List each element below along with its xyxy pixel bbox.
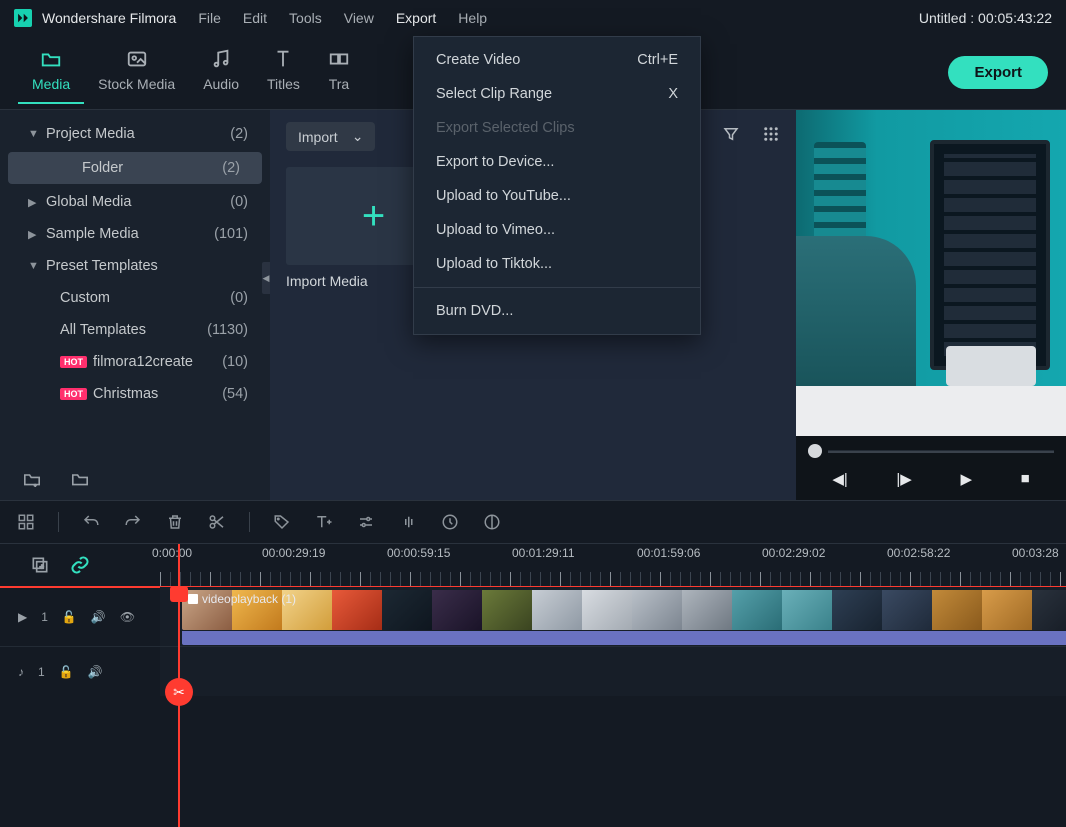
new-folder-icon[interactable] xyxy=(22,471,42,492)
tab-media[interactable]: Media xyxy=(18,42,84,104)
stop-icon[interactable]: ■ xyxy=(1021,470,1030,488)
redo-icon[interactable] xyxy=(123,512,143,532)
tab-stock-media[interactable]: Stock Media xyxy=(84,42,189,104)
playhead-cut-icon[interactable]: ✂ xyxy=(165,678,193,706)
preview-scrubber[interactable] xyxy=(808,444,1054,458)
color-icon[interactable] xyxy=(482,512,502,532)
menu-file[interactable]: File xyxy=(198,10,221,26)
title-bar: Wondershare Filmora File Edit Tools View… xyxy=(0,0,1066,36)
preview-panel: ◀| |▶ ▶ ■ xyxy=(796,110,1066,500)
transitions-icon xyxy=(328,48,350,70)
audio-track-body[interactable] xyxy=(160,647,1066,696)
delete-icon[interactable] xyxy=(165,512,185,532)
sidebar-sample-media[interactable]: ▶Sample Media(101) xyxy=(0,218,270,250)
tab-transitions[interactable]: Tra xyxy=(314,42,364,104)
plus-icon: + xyxy=(362,194,385,239)
menu-export[interactable]: Export xyxy=(396,10,436,26)
audio-track: ♪1 🔓 🔊 xyxy=(0,646,1066,696)
upload-vimeo[interactable]: Upload to Vimeo... xyxy=(414,213,700,247)
clip-audio-strip[interactable] xyxy=(182,631,1066,645)
video-track-header: ▶1 🔓 🔊 👁 xyxy=(0,587,160,646)
undo-icon[interactable] xyxy=(81,512,101,532)
import-select[interactable]: Import⌄ xyxy=(286,122,375,151)
lock-icon[interactable]: 🔓 xyxy=(62,610,77,624)
chevron-down-icon: ⌄ xyxy=(352,128,364,145)
video-clip[interactable]: videoplayback (1) xyxy=(182,590,1066,630)
tab-audio[interactable]: Audio xyxy=(189,42,253,104)
sidebar-global-media[interactable]: ▶Global Media(0) xyxy=(0,186,270,218)
sidebar-folder[interactable]: Folder(2) xyxy=(8,152,262,184)
export-selected-clips: Export Selected Clips xyxy=(414,111,700,145)
folder-icon[interactable] xyxy=(70,471,90,492)
hot-badge-icon: HOT xyxy=(60,388,87,400)
video-track-icon: ▶ xyxy=(18,610,27,624)
menu-edit[interactable]: Edit xyxy=(243,10,267,26)
sidebar-all-templates[interactable]: All Templates(1130) xyxy=(0,314,270,346)
filter-icon[interactable] xyxy=(722,125,740,148)
text-add-icon[interactable] xyxy=(314,512,334,532)
menu-view[interactable]: View xyxy=(344,10,374,26)
timeline: 0:00:00 00:00:29:19 00:00:59:15 00:01:29… xyxy=(0,544,1066,827)
titles-icon xyxy=(272,48,294,70)
audio-track-icon: ♪ xyxy=(18,665,24,679)
upload-youtube[interactable]: Upload to YouTube... xyxy=(414,179,700,213)
grid-view-icon[interactable] xyxy=(762,125,780,148)
next-frame-icon[interactable]: |▶ xyxy=(896,470,911,488)
clip-play-icon xyxy=(188,594,198,604)
add-track-icon[interactable] xyxy=(30,555,50,575)
adjust-icon[interactable] xyxy=(356,512,376,532)
visibility-icon[interactable]: 👁 xyxy=(120,610,135,624)
split-icon[interactable] xyxy=(207,512,227,532)
export-select-clip-range[interactable]: Select Clip RangeX xyxy=(414,77,700,111)
tab-titles[interactable]: Titles xyxy=(253,42,314,104)
burn-dvd[interactable]: Burn DVD... xyxy=(414,294,700,328)
layout-icon[interactable] xyxy=(16,512,36,532)
audio-adjust-icon[interactable] xyxy=(398,512,418,532)
playhead-grip-icon[interactable] xyxy=(170,586,188,602)
timeline-toolbar xyxy=(0,500,1066,544)
link-icon[interactable] xyxy=(70,555,90,575)
menu-help[interactable]: Help xyxy=(458,10,487,26)
preview-canvas[interactable] xyxy=(796,110,1066,436)
app-name: Wondershare Filmora xyxy=(42,10,176,26)
tag-icon[interactable] xyxy=(272,512,292,532)
audio-icon xyxy=(210,48,232,70)
document-title: Untitled : 00:05:43:22 xyxy=(919,10,1052,26)
folder-icon xyxy=(40,48,62,70)
export-to-device[interactable]: Export to Device... xyxy=(414,145,700,179)
collapse-sidebar-icon[interactable]: ◀ xyxy=(262,262,270,294)
audio-track-header: ♪1 🔓 🔊 xyxy=(0,647,160,696)
app-logo-icon xyxy=(14,9,32,27)
export-dropdown: Create VideoCtrl+E Select Clip RangeX Ex… xyxy=(413,36,701,335)
mute-icon[interactable]: 🔊 xyxy=(91,610,106,624)
dropdown-separator xyxy=(414,287,700,288)
sidebar-preset-templates[interactable]: ▼Preset Templates xyxy=(0,250,270,282)
hot-badge-icon: HOT xyxy=(60,356,87,368)
sidebar-christmas[interactable]: HOTChristmas(54) xyxy=(0,378,270,410)
media-sidebar: ▼Project Media(2) Folder(2) ▶Global Medi… xyxy=(0,110,270,500)
lock-icon[interactable]: 🔓 xyxy=(59,665,74,679)
export-button[interactable]: Export xyxy=(948,56,1048,89)
video-track: ▶1 🔓 🔊 👁 videoplayback (1) xyxy=(0,586,1066,646)
export-create-video[interactable]: Create VideoCtrl+E xyxy=(414,43,700,77)
stock-icon xyxy=(126,48,148,70)
menu-tools[interactable]: Tools xyxy=(289,10,322,26)
prev-frame-icon[interactable]: ◀| xyxy=(832,470,847,488)
play-icon[interactable]: ▶ xyxy=(960,470,972,488)
upload-tiktok[interactable]: Upload to Tiktok... xyxy=(414,247,700,281)
sidebar-project-media[interactable]: ▼Project Media(2) xyxy=(0,118,270,150)
playhead[interactable]: ✂ xyxy=(178,544,180,827)
speed-icon[interactable] xyxy=(440,512,460,532)
timeline-ruler-row: 0:00:00 00:00:29:19 00:00:59:15 00:01:29… xyxy=(0,544,1066,586)
sidebar-custom[interactable]: Custom(0) xyxy=(0,282,270,314)
video-track-body[interactable]: videoplayback (1) xyxy=(160,587,1066,646)
sidebar-filmora12create[interactable]: HOTfilmora12create(10) xyxy=(0,346,270,378)
mute-icon[interactable]: 🔊 xyxy=(88,665,103,679)
menu-bar: File Edit Tools View Export Help xyxy=(198,10,487,26)
timeline-ruler[interactable]: 0:00:00 00:00:29:19 00:00:59:15 00:01:29… xyxy=(160,544,1066,586)
